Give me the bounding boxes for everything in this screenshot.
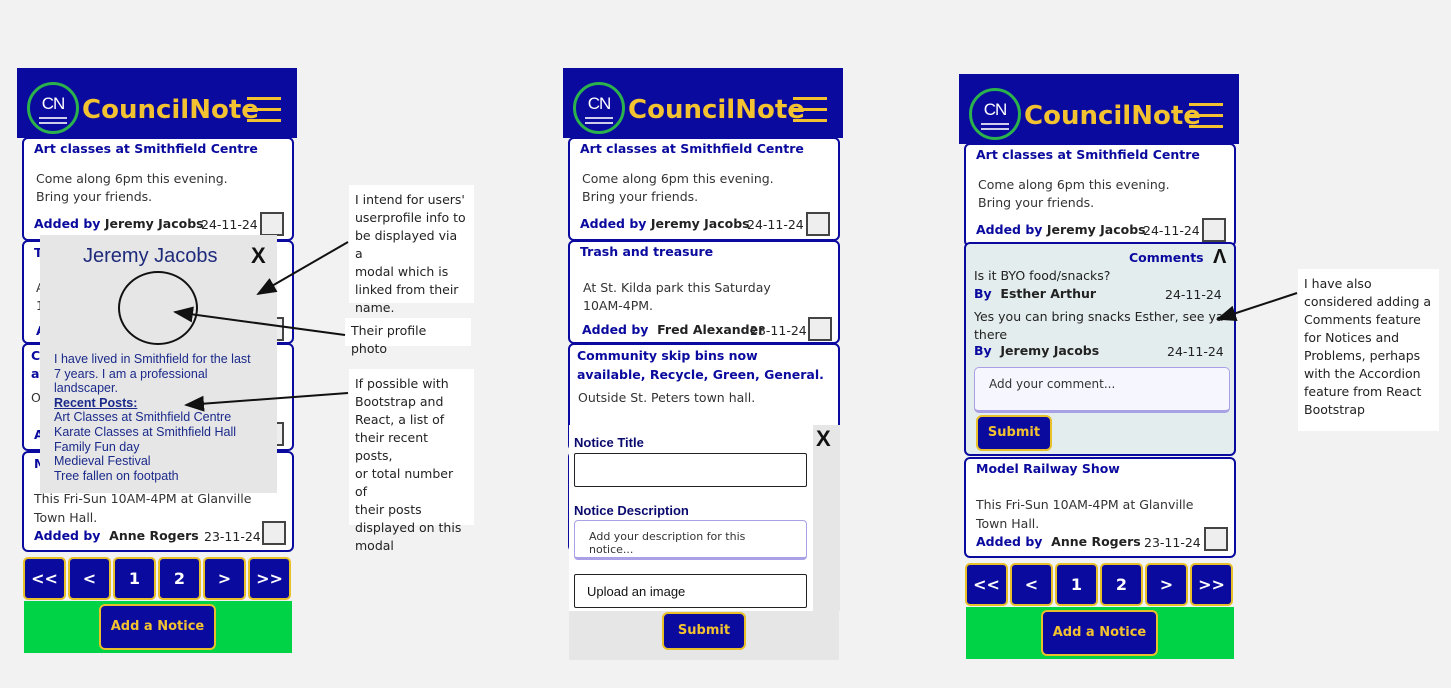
arrow-to-recent-posts (184, 392, 349, 412)
annotation-arrows (173, 241, 1298, 412)
arrow-to-name (256, 241, 349, 296)
arrow-to-photo (173, 306, 346, 336)
arrow-to-comments (1216, 292, 1298, 321)
